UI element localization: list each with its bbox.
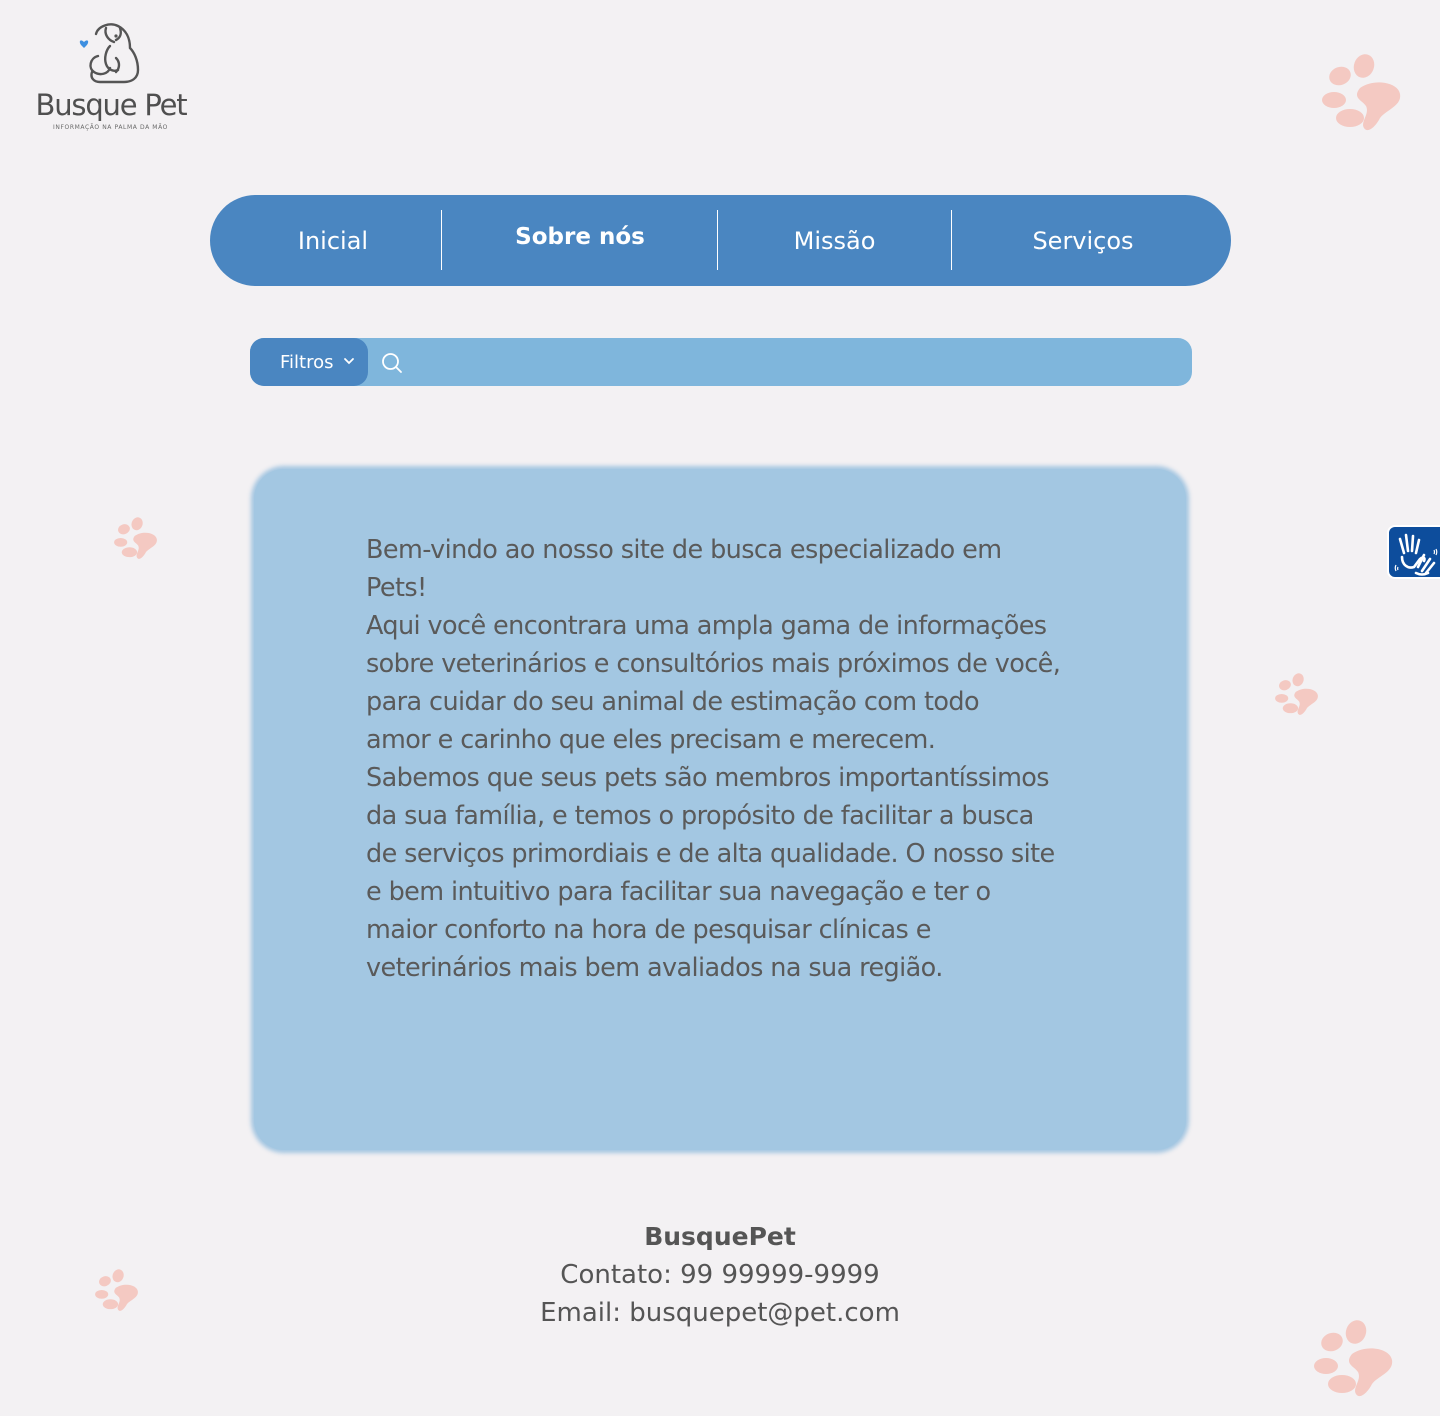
main-nav: Inicial Sobre nós Missão Serviços	[210, 195, 1231, 286]
logo-name: Busque Pet	[35, 88, 188, 122]
filters-label: Filtros	[280, 351, 334, 373]
footer-contact: Contato: 99 99999-9999	[560, 1260, 880, 1290]
paw-print-icon	[1314, 1320, 1393, 1397]
info-paragraph: Aqui você encontrara uma ampla gama de i…	[366, 611, 1061, 755]
sign-language-hands-icon	[1394, 533, 1438, 576]
about-text: Bem-vindo ao nosso site de busca especia…	[366, 531, 1086, 987]
dog-cat-logo-icon	[79, 23, 140, 84]
footer: BusquePet Contato: 99 99999-9999 Email: …	[420, 1218, 1020, 1332]
purpose-paragraph: Sabemos que seus pets são membros import…	[366, 763, 1055, 983]
paw-print-icon	[95, 1269, 138, 1311]
footer-brand: BusquePet	[644, 1222, 796, 1251]
search-input[interactable]	[410, 338, 1180, 386]
welcome-paragraph: Bem-vindo ao nosso site de busca especia…	[366, 535, 1002, 603]
nav-item-sobre-nos[interactable]: Sobre nós	[442, 195, 718, 286]
paw-print-icon	[1322, 54, 1401, 131]
filters-dropdown-button[interactable]: Filtros	[250, 338, 368, 386]
nav-item-missao[interactable]: Missão	[718, 195, 951, 286]
footer-email[interactable]: Email: busquepet@pet.com	[420, 1294, 1020, 1332]
chevron-down-icon	[344, 358, 354, 365]
search-bar: Filtros	[250, 338, 1192, 386]
nav-item-inicial[interactable]: Inicial	[250, 195, 416, 286]
paw-print-icon	[1275, 673, 1318, 715]
paw-print-icon	[114, 517, 157, 559]
logo[interactable]: Busque Pet INFORMAÇÃO NA PALMA DA MÃO	[34, 20, 194, 135]
logo-tagline: INFORMAÇÃO NA PALMA DA MÃO	[53, 124, 168, 131]
accessibility-sign-language-button[interactable]	[1387, 525, 1440, 579]
search-icon[interactable]	[381, 352, 403, 374]
nav-item-servicos[interactable]: Serviços	[952, 195, 1214, 286]
about-card: Bem-vindo ao nosso site de busca especia…	[254, 469, 1186, 1150]
